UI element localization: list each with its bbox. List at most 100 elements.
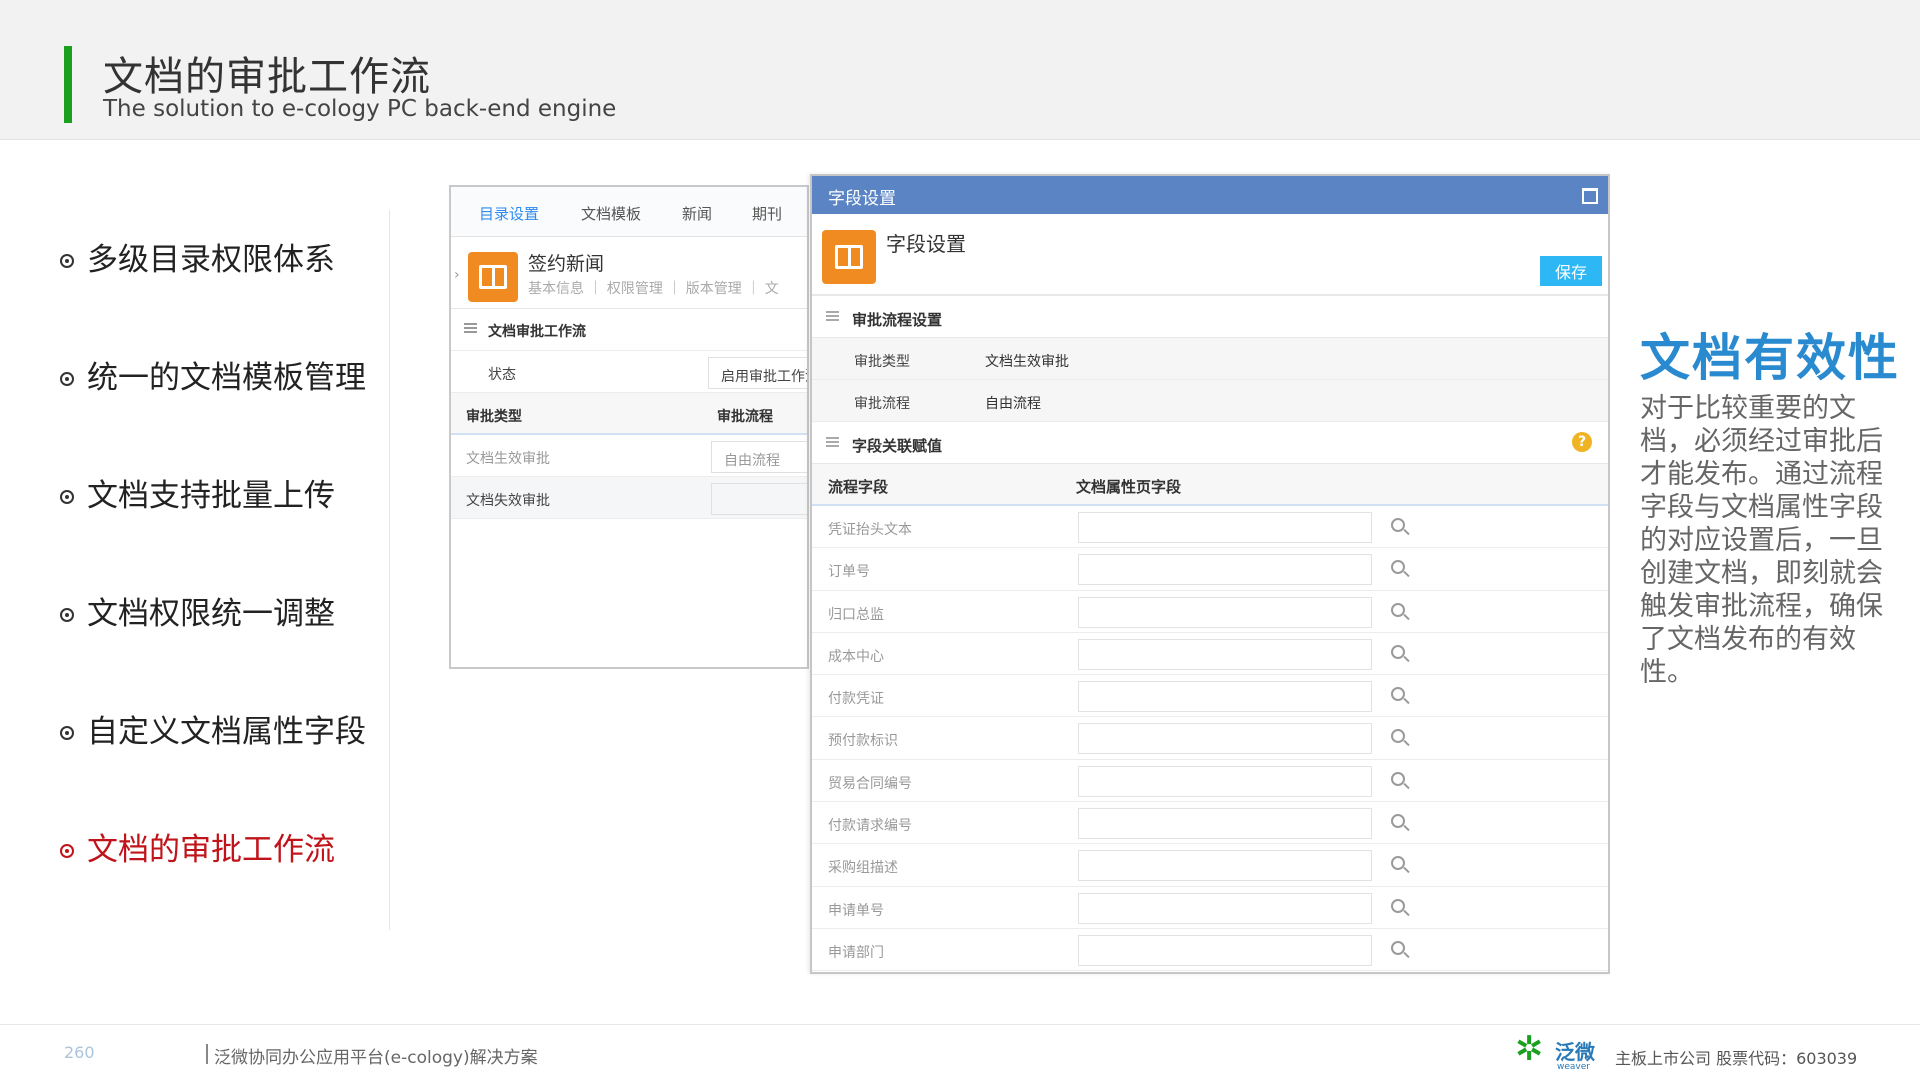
divider bbox=[389, 210, 390, 930]
flow-field-label: 预付款标识 bbox=[828, 733, 898, 750]
table-row: 付款凭证 bbox=[812, 675, 1608, 718]
col-flow-field: 流程字段 bbox=[828, 478, 889, 496]
doc-header: › 签约新闻 基本信息 ｜ 权限管理 ｜ 版本管理 ｜ 文 bbox=[451, 237, 807, 309]
dialog-heading: 字段设置 bbox=[886, 232, 966, 256]
col-doc-field: 文档属性页字段 bbox=[1076, 478, 1182, 496]
section-header: 审批流程设置 bbox=[812, 296, 1608, 338]
status-select[interactable]: 启用审批工作流 bbox=[708, 357, 807, 389]
table-header: 流程字段 文档属性页字段 bbox=[812, 464, 1608, 506]
doc-field-input[interactable] bbox=[1078, 512, 1372, 543]
section-header: 文档审批工作流 bbox=[451, 309, 807, 351]
table-row: 申请单号 bbox=[812, 887, 1608, 929]
flow-field-label: 贸易合同编号 bbox=[828, 775, 912, 792]
tab-journal[interactable]: 期刊 bbox=[752, 203, 782, 224]
table-row: 归口总监 bbox=[812, 591, 1608, 633]
search-icon[interactable] bbox=[1391, 898, 1405, 913]
table-row: 采购组描述 bbox=[812, 844, 1608, 887]
feature-item: 自定义文档属性字段 bbox=[60, 702, 390, 820]
menu-icon bbox=[464, 323, 477, 333]
flow-field-label: 采购组描述 bbox=[828, 860, 898, 877]
doc-field-input[interactable] bbox=[1078, 934, 1372, 966]
table-row: 贸易合同编号 bbox=[812, 760, 1608, 803]
search-icon[interactable] bbox=[1391, 602, 1405, 617]
maximize-icon[interactable] bbox=[1582, 188, 1598, 204]
highlight-body: 对于比较重要的文档，必须经过审批后才能发布。通过流程字段与文档属性字段的对应设置… bbox=[1640, 393, 1883, 688]
table-row: 预付款标识 bbox=[812, 717, 1608, 760]
flow-field-label: 凭证抬头文本 bbox=[828, 522, 912, 538]
doc-field-input[interactable] bbox=[1078, 681, 1372, 713]
feature-item: 多级目录权限体系 bbox=[60, 230, 390, 348]
bullet-icon bbox=[60, 372, 74, 386]
search-icon[interactable] bbox=[1391, 729, 1405, 744]
chevron-right-icon[interactable]: › bbox=[454, 267, 460, 283]
doc-field-input[interactable] bbox=[1078, 892, 1372, 924]
table-header: 审批类型 审批流程 bbox=[451, 393, 807, 435]
search-icon[interactable] bbox=[1391, 814, 1405, 829]
field-settings-dialog: 字段设置 字段设置 保存 审批流程设置 审批类型 文档生效审批 审批流程 自由流… bbox=[810, 174, 1610, 974]
doc-links[interactable]: 基本信息 ｜ 权限管理 ｜ 版本管理 ｜ 文 bbox=[528, 278, 779, 298]
doc-field-input[interactable] bbox=[1078, 808, 1372, 840]
footer-separator bbox=[206, 1044, 208, 1064]
table-row: 成本中心 bbox=[812, 633, 1608, 676]
bullet-icon bbox=[60, 608, 74, 622]
bullet-icon bbox=[60, 844, 74, 858]
feature-item: 文档权限统一调整 bbox=[60, 584, 390, 702]
approval-type-cell: 文档生效审批 bbox=[466, 451, 550, 467]
doc-field-input[interactable] bbox=[1078, 723, 1372, 755]
footer-divider bbox=[0, 1024, 1920, 1025]
doc-title: 签约新闻 bbox=[528, 253, 605, 275]
feature-label: 文档权限统一调整 bbox=[87, 596, 335, 632]
approval-type-value: 文档生效审批 bbox=[985, 354, 1069, 370]
dialog-header: 字段设置 保存 bbox=[812, 214, 1608, 296]
tab-news[interactable]: 新闻 bbox=[682, 203, 712, 224]
feature-label: 统一的文档模板管理 bbox=[87, 360, 366, 396]
flow-field-label: 归口总监 bbox=[828, 606, 884, 623]
dialog-titlebar[interactable]: 字段设置 bbox=[812, 176, 1608, 214]
doc-field-input[interactable] bbox=[1078, 554, 1372, 586]
slide-title: 文档的审批工作流 bbox=[103, 54, 431, 100]
table-row: 凭证抬头文本 bbox=[812, 506, 1608, 549]
approval-flow-field[interactable]: 自由流程 bbox=[711, 441, 807, 473]
field-mapping-rows: 凭证抬头文本订单号归口总监成本中心 付款凭证预付款标识贸易合同编号 付款请求编号 采购… bbox=[812, 506, 1608, 972]
search-icon[interactable] bbox=[1391, 771, 1405, 786]
section-title: 字段关联赋值 bbox=[852, 437, 943, 455]
bullet-icon bbox=[60, 254, 74, 268]
feature-item: 统一的文档模板管理 bbox=[60, 348, 390, 466]
tab-bar: 目录设置 文档模板 新闻 期刊 bbox=[451, 187, 807, 237]
section-title: 审批流程设置 bbox=[852, 311, 943, 329]
company-info: 主板上市公司 股票代码：603039 bbox=[1615, 1049, 1858, 1068]
approval-flow-label: 审批流程 bbox=[854, 396, 910, 412]
help-icon[interactable]: ? bbox=[1572, 432, 1592, 452]
search-icon[interactable] bbox=[1391, 856, 1405, 871]
page-number: 260 bbox=[64, 1043, 95, 1062]
feature-label: 多级目录权限体系 bbox=[87, 242, 335, 278]
logo-brand-en: weaver bbox=[1557, 1062, 1590, 1072]
book-icon bbox=[822, 230, 876, 284]
save-button[interactable]: 保存 bbox=[1540, 256, 1602, 286]
section-header: 字段关联赋值 ? bbox=[812, 422, 1608, 464]
search-icon[interactable] bbox=[1391, 687, 1405, 702]
directory-settings-panel: 目录设置 文档模板 新闻 期刊 › 签约新闻 基本信息 ｜ 权限管理 ｜ 版本管… bbox=[449, 185, 809, 669]
table-row: 文档失效审批 bbox=[451, 477, 807, 519]
feature-label: 文档的审批工作流 bbox=[87, 832, 335, 868]
search-icon[interactable] bbox=[1391, 560, 1405, 575]
tab-doc-template[interactable]: 文档模板 bbox=[581, 203, 641, 224]
approval-type-cell: 文档失效审批 bbox=[466, 493, 550, 509]
flow-field-label: 付款请求编号 bbox=[828, 818, 912, 835]
dialog-window-title: 字段设置 bbox=[828, 189, 896, 209]
doc-field-input[interactable] bbox=[1078, 765, 1372, 797]
doc-field-input[interactable] bbox=[1078, 596, 1372, 628]
search-icon[interactable] bbox=[1391, 518, 1405, 532]
feature-item: 文档支持批量上传 bbox=[60, 466, 390, 584]
table-row: 订单号 bbox=[812, 548, 1608, 591]
search-icon[interactable] bbox=[1391, 644, 1405, 659]
tab-directory-settings[interactable]: 目录设置 bbox=[479, 203, 539, 224]
approval-type-label: 审批类型 bbox=[854, 354, 910, 370]
flow-field-label: 申请部门 bbox=[828, 944, 884, 961]
approval-flow-field[interactable] bbox=[711, 483, 807, 515]
search-icon[interactable] bbox=[1391, 940, 1405, 955]
accent-bar bbox=[64, 46, 72, 123]
doc-field-input[interactable] bbox=[1078, 638, 1372, 670]
doc-field-input[interactable] bbox=[1078, 850, 1372, 882]
approval-type-row: 审批类型 文档生效审批 bbox=[812, 338, 1608, 380]
